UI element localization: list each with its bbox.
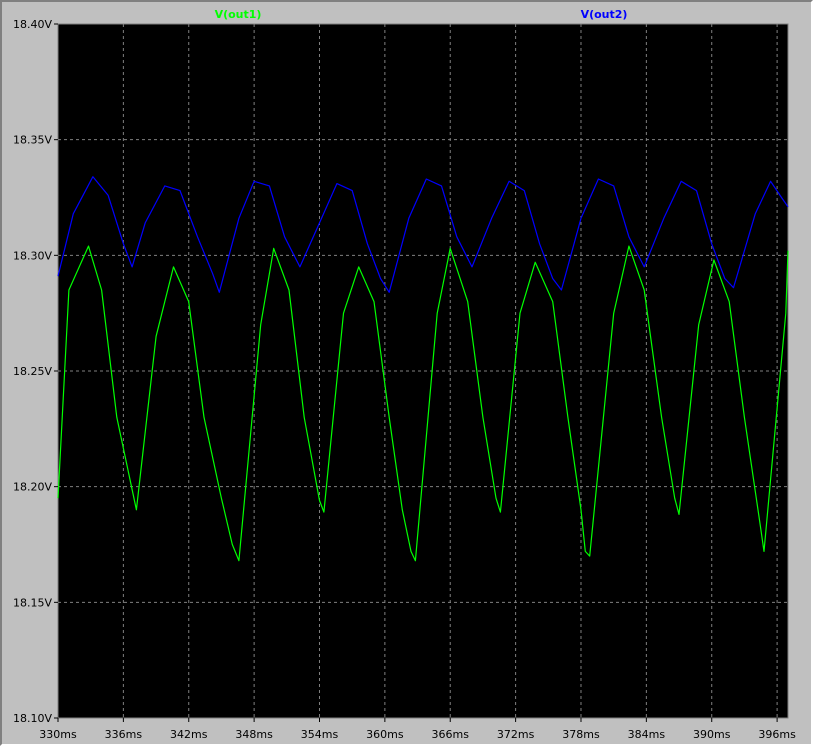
x-tick-label: 366ms [432, 728, 470, 741]
x-tick-label: 390ms [693, 728, 731, 741]
x-tick-label: 330ms [39, 728, 77, 741]
x-tick-label: 336ms [105, 728, 143, 741]
y-tick-label: 18.25V [13, 365, 52, 378]
x-tick-label: 342ms [170, 728, 208, 741]
x-tick-label: 384ms [628, 728, 666, 741]
x-tick-label: 378ms [562, 728, 600, 741]
x-tick-label: 396ms [758, 728, 796, 741]
waveform-chart[interactable]: 18.10V 18.15V 18.20V 18.25V 18.30V 18.35V 18.4… [0, 0, 813, 746]
y-tick-label: 18.30V [13, 249, 52, 262]
y-tick-label: 18.40V [13, 18, 52, 31]
y-tick-label: 18.20V [13, 481, 52, 494]
legend-label-v-out2[interactable]: V(out2) [581, 8, 628, 21]
x-tick-label: 348ms [235, 728, 273, 741]
y-tick-label: 18.10V [13, 712, 52, 725]
x-tick-label: 360ms [366, 728, 404, 741]
x-tick-label: 372ms [497, 728, 535, 741]
y-tick-label: 18.35V [13, 134, 52, 147]
y-tick-label: 18.15V [13, 596, 52, 609]
x-tick-label: 354ms [301, 728, 339, 741]
legend-label-v-out1[interactable]: V(out1) [215, 8, 262, 21]
